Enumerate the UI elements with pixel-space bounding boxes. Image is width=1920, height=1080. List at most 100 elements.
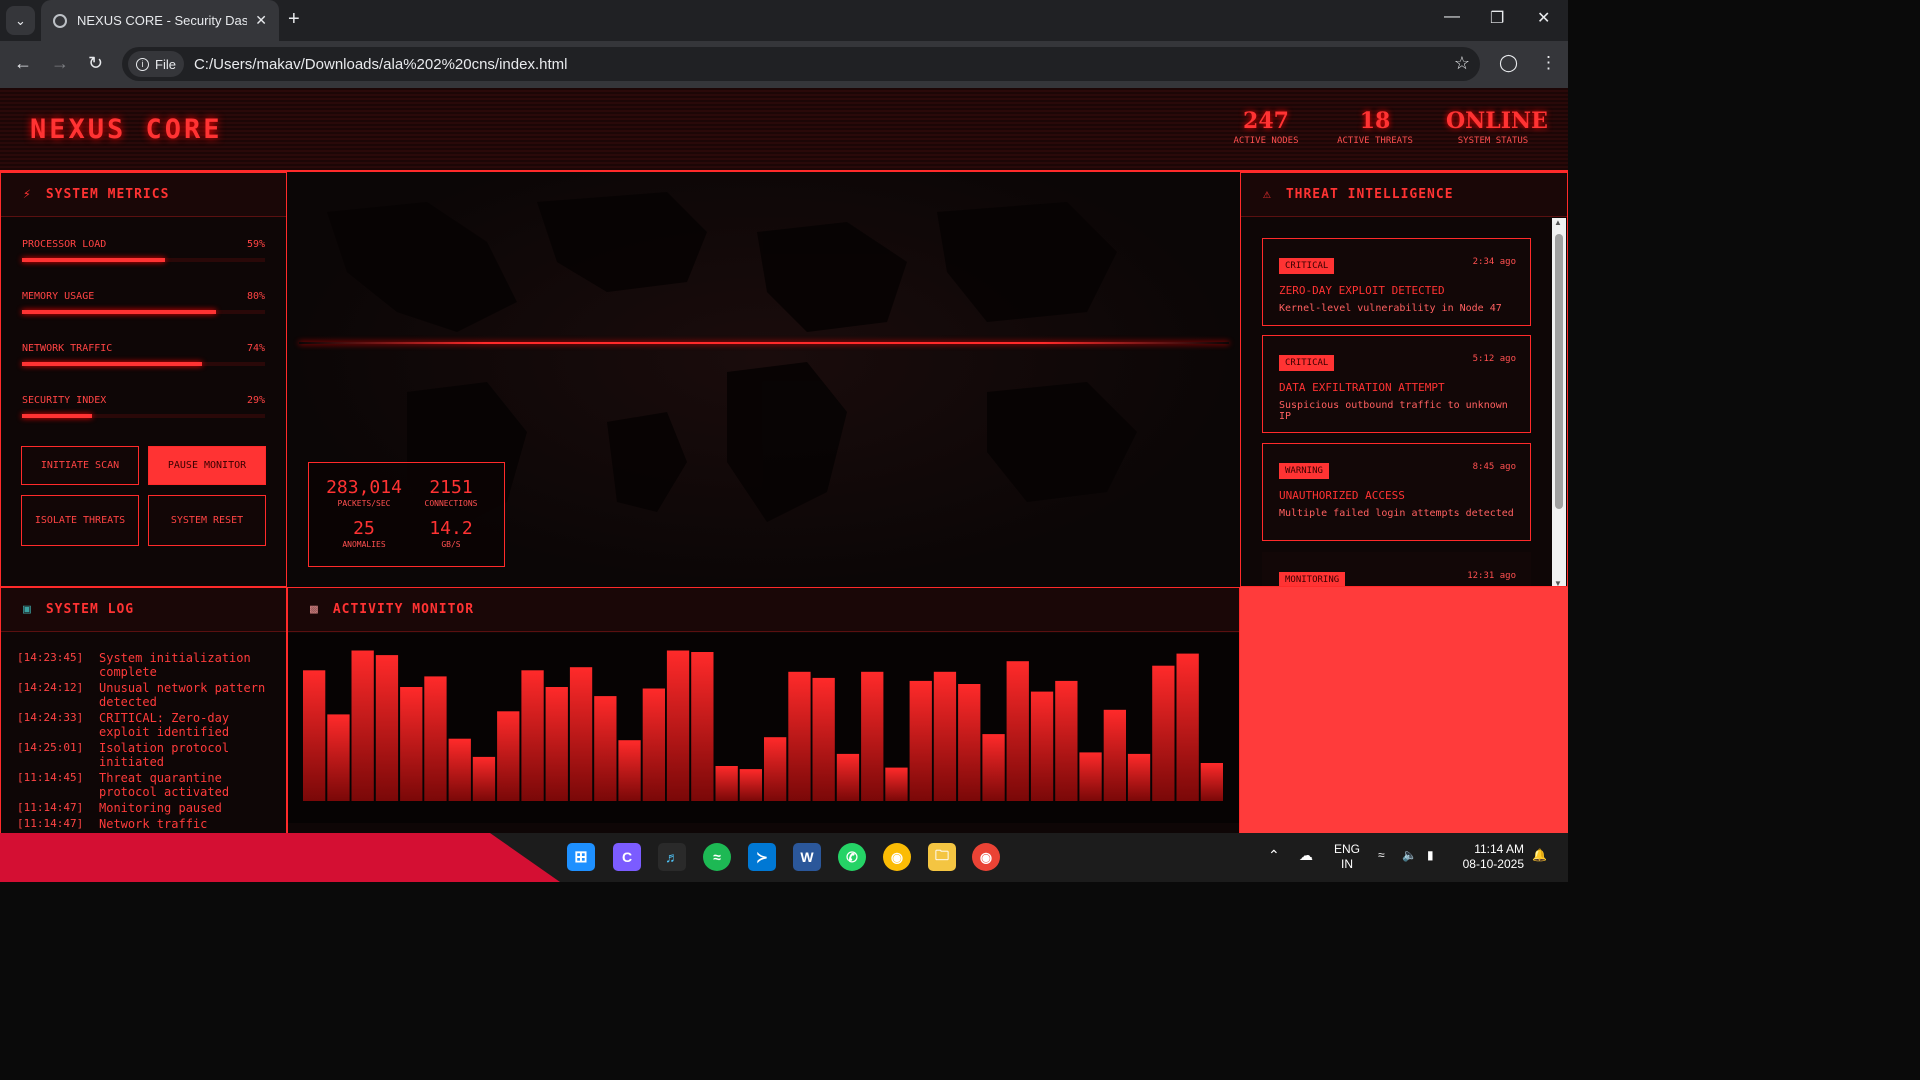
severity-badge: CRITICAL <box>1279 258 1335 274</box>
activity-bar <box>666 650 690 801</box>
activity-bar <box>1055 680 1078 801</box>
stat-value: 2151 <box>429 477 473 498</box>
threat-scrollbar[interactable]: ▲ ▼ <box>1552 218 1566 586</box>
copilot-icon[interactable]: C <box>613 843 641 871</box>
activity-bar <box>1030 691 1054 801</box>
taskbar-wallpaper-accent <box>0 833 560 882</box>
whatsapp-icon[interactable]: ✆ <box>838 843 866 871</box>
stat-value: 247 <box>1243 108 1289 134</box>
spotify-icon[interactable]: ≈ <box>703 843 731 871</box>
panel-header: ⚡ SYSTEM METRICS <box>1 173 286 217</box>
activity-bar-chart <box>303 650 1223 801</box>
stat-value: 14.2 <box>429 518 473 539</box>
system-metrics-panel: ⚡ SYSTEM METRICS PROCESSOR LOAD 59% MEMORY… <box>0 172 287 587</box>
word-icon[interactable]: W <box>793 843 821 871</box>
stat-value: 18 <box>1359 108 1391 134</box>
windows-start-icon[interactable]: ⊞ <box>567 843 595 871</box>
activity-bar <box>642 688 665 801</box>
restore-button[interactable]: ❐ <box>1490 8 1504 28</box>
scroll-down-icon[interactable]: ▼ <box>1554 579 1562 586</box>
log-entry: [11:14:47] Network traffic <box>17 817 279 831</box>
pause-monitor-button[interactable]: PAUSE MONITOR <box>148 446 266 485</box>
url-text[interactable]: C:/Users/makav/Downloads/ala%202%20cns/i… <box>194 56 568 73</box>
browser-tab-bar: ⌄ NEXUS CORE - Security Dashbo ✕ + — ❐ ✕ <box>0 0 1568 41</box>
scroll-up-icon[interactable]: ▲ <box>1554 218 1562 227</box>
panel-header: ⚠ THREAT INTELLIGENCE <box>1241 173 1567 217</box>
reload-button[interactable]: ↻ <box>88 53 103 74</box>
terminal-icon: ▣ <box>23 602 32 617</box>
wifi-icon[interactable]: ≈ <box>1378 848 1385 862</box>
tray-overflow-icon[interactable]: ⌃ <box>1268 847 1280 864</box>
severity-badge: WARNING <box>1279 463 1329 479</box>
bar-chart-icon: ▩ <box>310 602 319 617</box>
empty-area <box>1240 587 1568 833</box>
new-tab-button[interactable]: + <box>288 8 300 31</box>
onedrive-icon[interactable]: ☁ <box>1299 847 1313 864</box>
activity-bar <box>691 652 714 801</box>
address-bar[interactable]: i File C:/Users/makav/Downloads/ala%202%2… <box>122 47 1480 81</box>
activity-bar <box>351 650 374 801</box>
back-button[interactable]: ← <box>14 53 32 74</box>
volume-muted-icon[interactable]: 🔈 <box>1402 848 1417 862</box>
activity-bar <box>1079 752 1102 801</box>
notifications-icon[interactable]: 🔔 <box>1532 848 1547 862</box>
stat-throughput: 14.2 GB/S <box>406 518 496 549</box>
chrome-icon[interactable]: ◉ <box>883 843 911 871</box>
severity-badge: CRITICAL <box>1279 355 1335 371</box>
threat-intelligence-panel: ⚠ THREAT INTELLIGENCE CRITICAL 2:34 ago Z… <box>1240 172 1568 587</box>
threat-card[interactable]: WARNING 8:45 ago UNAUTHORIZED ACCESS Mul… <box>1262 443 1531 541</box>
metric-value: 80% <box>246 291 265 302</box>
battery-icon[interactable]: ▮ <box>1427 848 1434 862</box>
profile-icon[interactable]: ◯ <box>1499 53 1518 73</box>
scrollbar-thumb[interactable] <box>1555 234 1563 509</box>
isolate-threats-button[interactable]: ISOLATE THREATS <box>21 495 139 546</box>
network-stats-box: 283,014 PACKETS/SEC 2151 CONNECTIONS 25 … <box>308 462 505 567</box>
stat-system-status: ONLINE SYSTEM STATUS <box>1446 108 1548 146</box>
panel-title: ACTIVITY MONITOR <box>332 602 475 617</box>
initiate-scan-button[interactable]: INITIATE SCAN <box>21 446 139 485</box>
stat-connections: 2151 CONNECTIONS <box>406 477 496 508</box>
site-info-chip[interactable]: i File <box>128 51 184 77</box>
activity-bar <box>739 769 762 801</box>
activity-bar <box>545 687 568 801</box>
vscode-icon[interactable]: ≻ <box>748 843 776 871</box>
stat-value: 283,014 <box>326 477 402 498</box>
log-message: System initialization complete <box>99 651 251 679</box>
threat-card[interactable]: CRITICAL 2:34 ago ZERO-DAY EXPLOIT DETEC… <box>1262 238 1531 326</box>
system-reset-button[interactable]: SYSTEM RESET <box>148 495 266 546</box>
audio-app-icon[interactable]: ♬ <box>658 843 686 871</box>
threat-title: DATA EXFILTRATION ATTEMPT <box>1279 381 1445 394</box>
progress-track <box>22 258 265 262</box>
browser-tab[interactable]: NEXUS CORE - Security Dashbo ✕ <box>41 0 279 41</box>
tab-title: NEXUS CORE - Security Dashbo <box>77 13 248 28</box>
forward-button[interactable]: → <box>51 53 69 74</box>
log-timestamp: [14:23:45] <box>17 651 84 664</box>
chrome-active-icon[interactable]: ◉ <box>972 843 1000 871</box>
dashboard-header: NEXUS CORE 247 ACTIVE NODES 18 ACTIVE TH… <box>0 88 1568 172</box>
log-timestamp: [11:14:45] <box>17 771 84 784</box>
tab-search-button[interactable]: ⌄ <box>6 6 35 35</box>
minimize-button[interactable]: — <box>1444 8 1460 26</box>
threat-time: 2:34 ago <box>1472 257 1516 267</box>
lang-text: ENG <box>1334 842 1361 856</box>
log-timestamp: [11:14:47] <box>17 801 84 814</box>
close-window-button[interactable]: ✕ <box>1537 8 1550 28</box>
clock[interactable]: 11:14 AM 08-10-2025 <box>1458 842 1524 872</box>
panel-title: SYSTEM METRICS <box>45 187 170 202</box>
file-explorer-icon[interactable]: 🗀 <box>928 843 956 871</box>
threat-card[interactable]: CRITICAL 5:12 ago DATA EXFILTRATION ATTE… <box>1262 335 1531 433</box>
threat-title: ZERO-DAY EXPLOIT DETECTED <box>1279 284 1445 297</box>
menu-kebab-icon[interactable]: ⋮ <box>1540 53 1557 73</box>
threat-card[interactable]: MONITORING 12:31 ago <box>1262 552 1531 586</box>
stat-anomalies: 25 ANOMALIES <box>319 518 409 549</box>
stat-label: PACKETS/SEC <box>337 499 391 508</box>
stat-label: ACTIVE THREATS <box>1337 136 1413 146</box>
bookmark-star-icon[interactable]: ☆ <box>1454 53 1470 74</box>
activity-bar <box>1176 653 1199 801</box>
stat-label: ANOMALIES <box>342 540 386 549</box>
language-indicator[interactable]: ENG IN <box>1334 842 1360 872</box>
warning-triangle-icon: ⚠ <box>1263 187 1272 202</box>
activity-bar <box>885 767 908 801</box>
close-tab-icon[interactable]: ✕ <box>255 12 267 29</box>
stat-active-threats: 18 ACTIVE THREATS <box>1328 108 1422 146</box>
